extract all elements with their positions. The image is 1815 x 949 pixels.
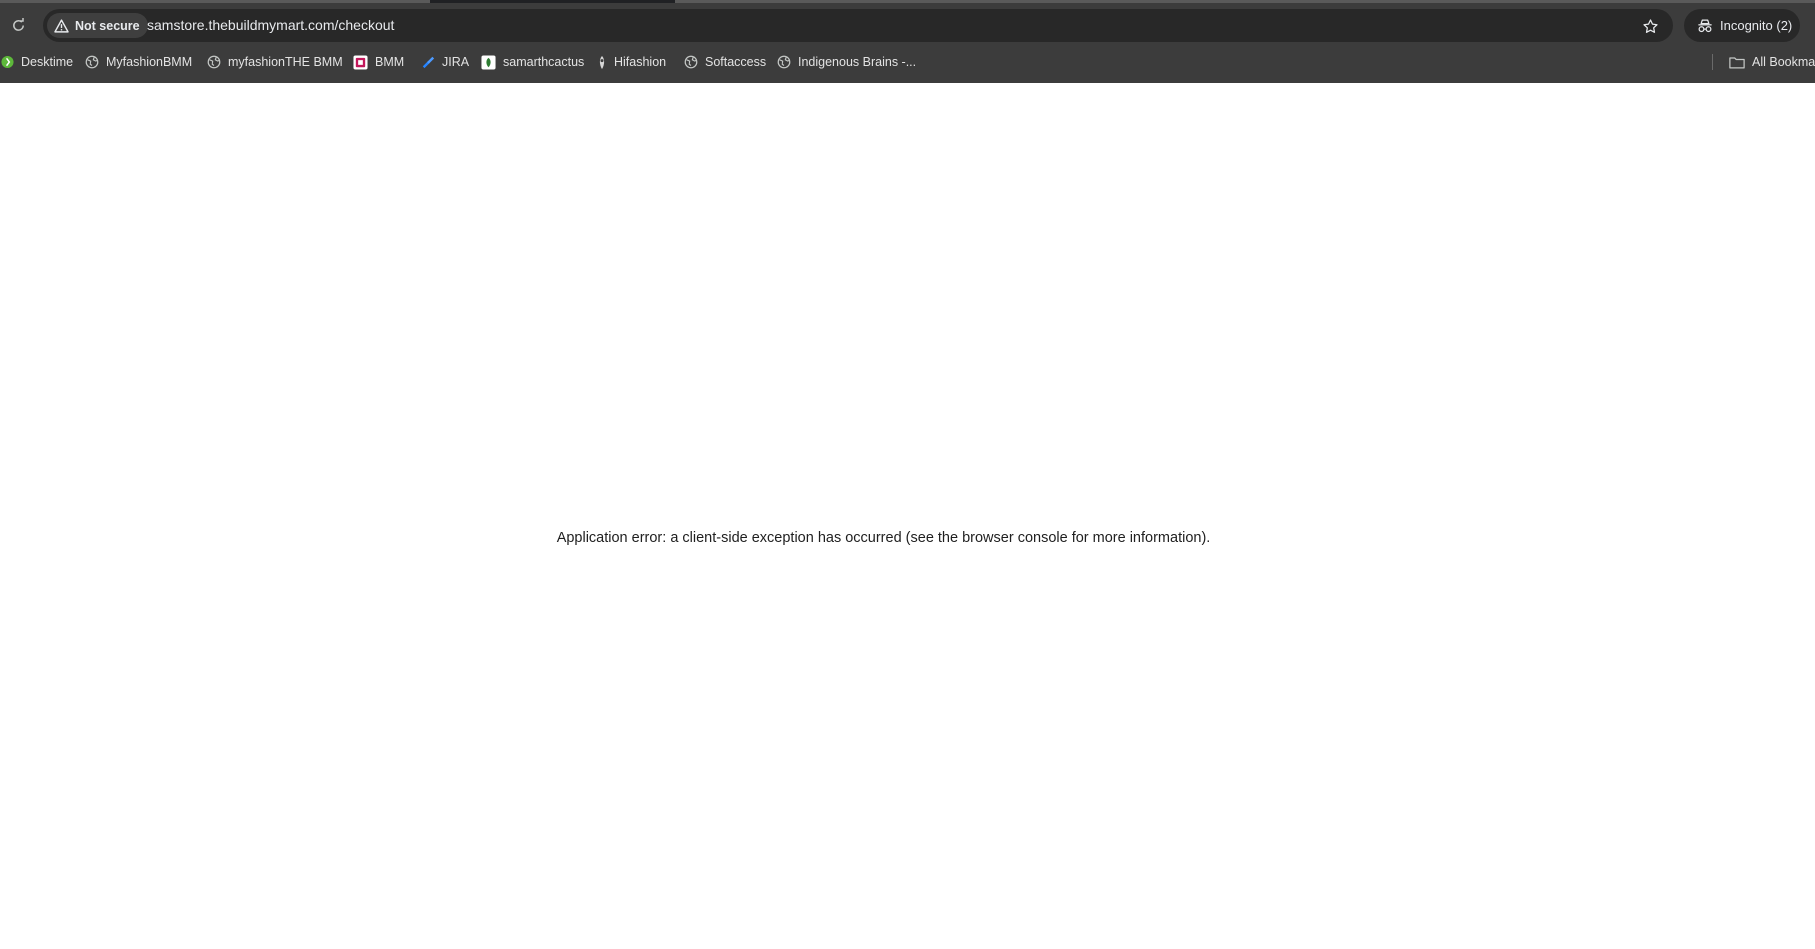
desktime-icon <box>1 55 14 69</box>
address-bar[interactable]: Not secure samstore.thebuildmymart.com/c… <box>43 9 1673 42</box>
error-message: Application error: a client-side excepti… <box>556 530 1211 546</box>
bookmark-indigenous-brains[interactable]: Indigenous Brains -... <box>777 52 916 72</box>
cactus-icon <box>481 54 496 70</box>
bookmarks-bar: Desktime MyfashionBMM myfashionTHE BMM B… <box>0 50 1815 74</box>
bookmark-label: myfashionTHE BMM <box>228 55 343 69</box>
incognito-label: Incognito (2) <box>1720 18 1793 33</box>
globe-icon <box>684 55 698 69</box>
all-bookmarks-button[interactable]: All Bookma <box>1729 52 1815 72</box>
url-text[interactable]: samstore.thebuildmymart.com/checkout <box>147 17 394 33</box>
warning-icon <box>54 18 69 33</box>
tab-edge-right[interactable] <box>675 0 1815 3</box>
reload-button[interactable] <box>6 13 30 37</box>
globe-icon <box>207 55 221 69</box>
bookmarks-divider <box>1712 54 1713 70</box>
jira-icon <box>422 56 435 69</box>
bookmark-bmm[interactable]: BMM <box>353 52 404 72</box>
bookmark-label: samarthcactus <box>503 55 585 69</box>
hifashion-icon <box>599 55 605 69</box>
bookmark-label: BMM <box>375 55 405 69</box>
all-bookmarks-label: All Bookma <box>1752 55 1815 69</box>
bookmark-samarthcactus[interactable]: samarthcactus <box>481 52 584 72</box>
tab-edge-left[interactable] <box>0 0 430 3</box>
incognito-icon <box>1698 19 1712 32</box>
page-content: Application error: a client-side excepti… <box>0 83 1815 949</box>
security-label: Not secure <box>75 18 140 33</box>
toolbar: Not secure samstore.thebuildmymart.com/c… <box>0 6 1815 44</box>
bookmark-jira[interactable]: JIRA <box>421 52 469 72</box>
bookmark-label: Hifashion <box>614 55 667 69</box>
security-indicator[interactable]: Not secure <box>47 13 148 38</box>
bookmark-label: Desktime <box>21 55 74 69</box>
bookmark-hifashion[interactable]: Hifashion <box>597 52 666 72</box>
bookmark-label: Softaccess <box>705 55 767 69</box>
globe-icon <box>85 55 99 69</box>
bookmark-softaccess[interactable]: Softaccess <box>684 52 766 72</box>
browser-chrome: Not secure samstore.thebuildmymart.com/c… <box>0 0 1815 83</box>
incognito-profile-button[interactable]: Incognito (2) <box>1684 9 1800 42</box>
bookmark-star-button[interactable] <box>1639 15 1661 37</box>
bookmark-myfashion-the-bmm[interactable]: myfashionTHE BMM <box>207 52 343 72</box>
globe-icon <box>777 55 791 69</box>
bookmark-label: JIRA <box>442 55 470 69</box>
bookmark-myfashionbmm[interactable]: MyfashionBMM <box>85 52 192 72</box>
bmm-icon <box>353 54 368 70</box>
star-icon <box>1642 18 1658 33</box>
folder-icon <box>1729 56 1745 68</box>
bookmark-desktime[interactable]: Desktime <box>1 52 73 72</box>
bookmark-label: MyfashionBMM <box>106 55 193 69</box>
reload-icon <box>12 17 24 31</box>
bookmark-label: Indigenous Brains -... <box>798 55 917 69</box>
